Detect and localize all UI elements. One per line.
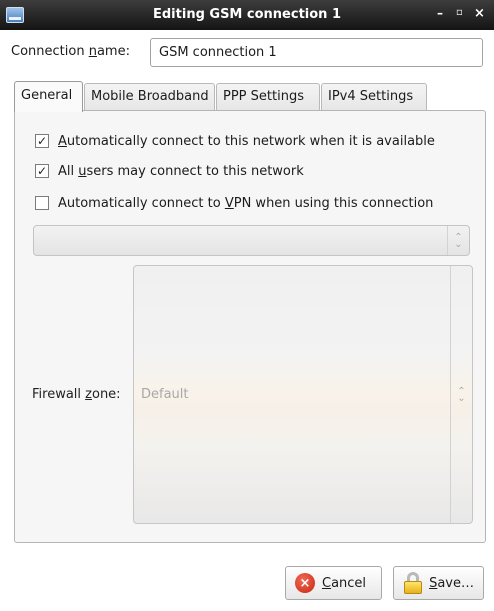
firewall-zone-value: Default	[141, 387, 189, 402]
firewall-zone-select[interactable]: Default ⌃ ⌄	[133, 265, 473, 524]
tab-ipv4-settings[interactable]: IPv4 Settings	[321, 83, 427, 111]
save-button[interactable]: Save…	[393, 566, 484, 600]
window-title: Editing GSM connection 1	[153, 7, 341, 22]
maximize-button[interactable]: ▫	[456, 7, 463, 18]
cancel-icon: ×	[295, 573, 315, 593]
minimize-button[interactable]: –	[437, 6, 443, 20]
title-bar[interactable]: Editing GSM connection 1 – ▫ ×	[0, 0, 494, 30]
firewall-zone-label: Firewall zone:	[32, 387, 121, 402]
vpn-autoconnect-checkbox-row[interactable]: Automatically connect to VPN when using …	[35, 193, 433, 213]
all-users-label: All users may connect to this network	[58, 163, 304, 179]
save-button-label: Save…	[429, 575, 474, 591]
cancel-button-label: Cancel	[322, 575, 367, 591]
vpn-connection-select[interactable]: ⌃ ⌄	[33, 225, 470, 256]
connection-name-input[interactable]	[150, 38, 483, 67]
all-users-checkbox-row[interactable]: ✓ All users may connect to this network	[35, 161, 304, 181]
tab-general[interactable]: General	[14, 81, 83, 112]
updown-arrows-icon: ⌃ ⌄	[450, 266, 472, 523]
close-button[interactable]: ×	[474, 6, 485, 21]
connection-name-label: Connection name:	[11, 44, 130, 59]
autoconnect-label: Automatically connect to this network wh…	[58, 133, 435, 149]
updown-arrows-icon: ⌃ ⌄	[447, 226, 469, 255]
tab-mobile-broadband[interactable]: Mobile Broadband	[84, 83, 215, 111]
vpn-autoconnect-label: Automatically connect to VPN when using …	[58, 195, 434, 211]
all-users-checkbox[interactable]: ✓	[35, 164, 49, 178]
general-tab-panel: ✓ Automatically connect to this network …	[14, 110, 486, 543]
cancel-button[interactable]: × Cancel	[285, 566, 382, 600]
lock-icon	[403, 572, 422, 594]
autoconnect-checkbox-row[interactable]: ✓ Automatically connect to this network …	[35, 131, 435, 151]
autoconnect-checkbox[interactable]: ✓	[35, 134, 49, 148]
vpn-autoconnect-checkbox[interactable]	[35, 196, 49, 210]
tab-ppp-settings[interactable]: PPP Settings	[216, 83, 320, 111]
